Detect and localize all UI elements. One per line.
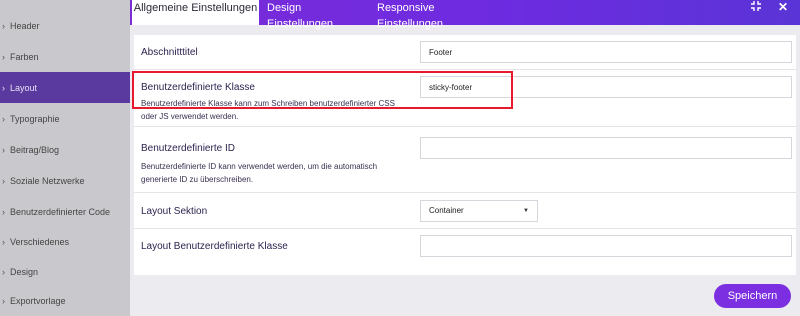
tab-responsive-settings[interactable]: Responsive Einstellungen <box>377 0 497 30</box>
sidebar-item-verschiedenes[interactable]: › Verschiedenes <box>0 226 130 257</box>
layout-icon: › <box>2 82 5 93</box>
custom-id-input[interactable] <box>420 137 792 159</box>
sidebar-item-label: Beitrag/Blog <box>10 144 60 155</box>
custom-id-help: Benutzerdefinierte ID kann verwendet wer… <box>141 162 378 184</box>
share-icon: › <box>2 175 5 186</box>
sidebar-item-label: Header <box>10 20 40 31</box>
sidebar-item-design[interactable]: › Design <box>0 256 130 287</box>
sidebar-item-layout[interactable]: › Layout <box>0 72 130 103</box>
sidebar-item-label: Exportvorlage <box>10 295 66 306</box>
sidebar-item-label: Farben <box>10 51 39 62</box>
custom-class-help: Benutzerdefinierte Klasse kann zum Schre… <box>141 99 395 121</box>
sidebar-item-label: Design <box>10 266 39 277</box>
sidebar-item-label: Typographie <box>10 113 60 124</box>
layout-section-select[interactable]: Container ▼ <box>420 200 538 222</box>
layout-section-label: Layout Sektion <box>141 206 208 217</box>
sidebar-item-label: Soziale Netzwerke <box>10 175 85 186</box>
field-row-layout-section: Layout Sektion Container ▼ <box>134 193 796 229</box>
sidebar-item-label: Layout <box>10 82 38 93</box>
sidebar: › Header › Farben › Layout › Typographie… <box>0 0 130 316</box>
layout-section-value: Container <box>429 206 464 215</box>
typography-icon: › <box>2 113 5 124</box>
layout-custom-class-label: Layout Benutzerdefinierte Klasse <box>141 241 288 252</box>
sidebar-item-blog[interactable]: › Beitrag/Blog <box>0 134 130 165</box>
section-title-label: Abschnitttitel <box>141 47 198 58</box>
custom-id-label: Benutzerdefinierte ID <box>141 143 235 154</box>
code-icon: › <box>2 206 5 217</box>
sidebar-item-social[interactable]: › Soziale Netzwerke <box>0 165 130 196</box>
sidebar-item-export[interactable]: › Exportvorlage <box>0 285 130 316</box>
blog-icon: › <box>2 144 5 155</box>
design-icon: › <box>2 266 5 277</box>
close-icon[interactable]: ✕ <box>778 0 788 14</box>
sidebar-item-label: Verschiedenes <box>10 236 70 247</box>
sidebar-item-farben[interactable]: › Farben <box>0 41 130 72</box>
palette-icon: › <box>2 51 5 62</box>
sidebar-item-label: Benutzerdefinierter Code <box>10 206 111 217</box>
misc-icon: › <box>2 236 5 247</box>
caret-down-icon: ▼ <box>523 208 529 214</box>
field-row-custom-id: Benutzerdefinierte ID Benutzerdefinierte… <box>134 127 796 193</box>
compress-icon-svg <box>751 1 761 11</box>
settings-panel: Abschnitttitel Benutzerdefinierte Klasse… <box>134 35 796 275</box>
field-row-layout-custom-class: Layout Benutzerdefinierte Klasse <box>134 229 796 275</box>
compress-icon[interactable] <box>750 0 762 14</box>
sidebar-item-typographie[interactable]: › Typographie <box>0 103 130 134</box>
field-row-section-title: Abschnitttitel <box>134 35 796 70</box>
save-button[interactable]: Speichern <box>714 284 791 308</box>
tab-bar: Allgemeine Einstellungen Design Einstell… <box>130 0 800 30</box>
tab-design-settings[interactable]: Design Einstellungen <box>267 0 369 30</box>
custom-class-label: Benutzerdefinierte Klasse <box>141 82 255 93</box>
export-icon: › <box>2 295 5 306</box>
sidebar-item-header[interactable]: › Header <box>0 10 130 41</box>
section-title-input[interactable] <box>420 41 792 63</box>
sidebar-item-code[interactable]: › Benutzerdefinierter Code <box>0 196 130 227</box>
custom-class-input[interactable] <box>420 76 792 98</box>
settings-modal: Allgemeine Einstellungen Design Einstell… <box>130 0 800 316</box>
header-icon: › <box>2 20 5 31</box>
field-row-custom-class: Benutzerdefinierte Klasse Benutzerdefini… <box>134 70 796 127</box>
tab-general-settings[interactable]: Allgemeine Einstellungen <box>132 0 259 25</box>
layout-custom-class-input[interactable] <box>420 235 792 257</box>
